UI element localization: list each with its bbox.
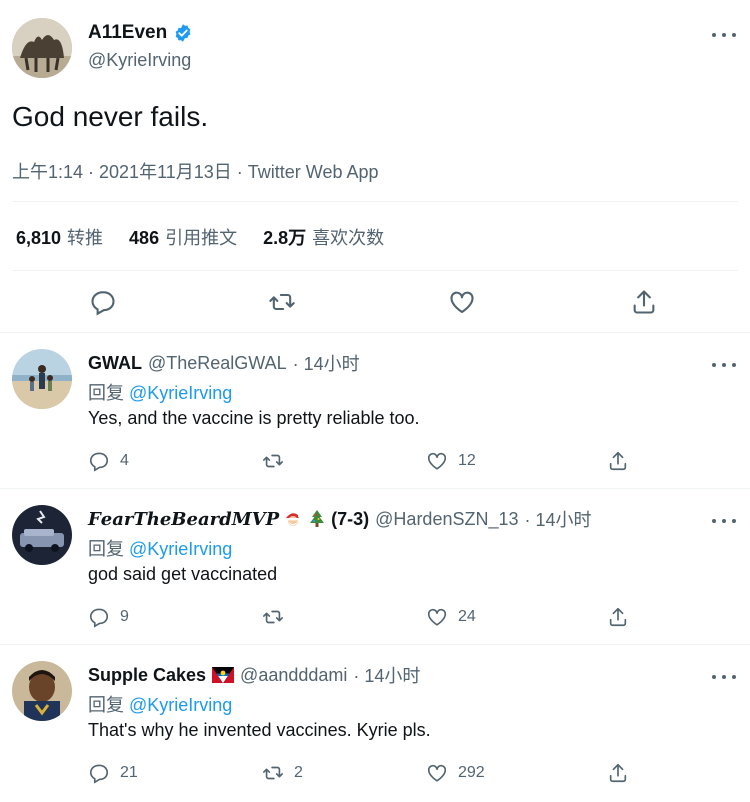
author-name[interactable]: A11Even bbox=[88, 22, 193, 44]
more-options-icon[interactable] bbox=[712, 516, 736, 526]
author-avatar[interactable] bbox=[12, 18, 72, 78]
tweet-text: God never fails. bbox=[12, 101, 209, 132]
reply-author-handle[interactable]: @TheRealGWAL bbox=[148, 353, 287, 374]
like-icon bbox=[427, 608, 447, 626]
divider bbox=[12, 201, 738, 202]
reply-tweet[interactable]: 𝑭𝒆𝒂𝒓𝑻𝒉𝒆𝑩𝒆𝒂𝒓𝒅𝑴𝑽𝑷 (7-3) @HardenSZN_13 · 14… bbox=[0, 489, 750, 645]
retweet-icon[interactable] bbox=[268, 288, 296, 316]
verified-badge-icon bbox=[175, 24, 191, 42]
reply-actions: 9 24 bbox=[0, 606, 750, 630]
share-icon bbox=[609, 763, 627, 783]
like-count: 292 bbox=[458, 764, 485, 781]
retweet-button[interactable] bbox=[262, 606, 294, 628]
reply-count: 4 bbox=[120, 452, 129, 469]
more-options-icon[interactable] bbox=[712, 672, 736, 682]
divider bbox=[12, 270, 738, 271]
reply-header: Supple Cakes @aandddami · 14小时 bbox=[88, 662, 420, 688]
reply-icon bbox=[89, 608, 109, 628]
quote-stat[interactable]: 486 引用推文 bbox=[129, 224, 237, 250]
reply-author-name-suffix[interactable]: (7-3) bbox=[331, 509, 369, 530]
reply-avatar[interactable] bbox=[12, 661, 72, 721]
retweet-icon bbox=[263, 454, 283, 468]
reply-prefix: 回复 bbox=[88, 383, 124, 403]
reply-tweet[interactable]: GWAL @TheRealGWAL · 14小时 回复 @KyrieIrving… bbox=[0, 333, 750, 489]
like-icon bbox=[427, 452, 447, 470]
reply-author-name[interactable]: Supple Cakes bbox=[88, 665, 206, 686]
reply-icon bbox=[89, 764, 109, 784]
author-name-text[interactable]: A11Even bbox=[88, 22, 167, 44]
like-count: 24 bbox=[458, 608, 476, 625]
retweet-stat[interactable]: 6,810 转推 bbox=[16, 224, 103, 250]
reply-header: GWAL @TheRealGWAL · 14小时 bbox=[88, 350, 360, 376]
reply-prefix: 回复 bbox=[88, 695, 124, 715]
reply-avatar[interactable] bbox=[12, 349, 72, 409]
retweet-icon bbox=[263, 766, 283, 780]
main-tweet: A11Even @KyrieIrving God never fails. 上午… bbox=[0, 0, 750, 333]
reply-text: god said get vaccinated bbox=[88, 564, 278, 584]
like-button[interactable]: 12 bbox=[426, 450, 476, 472]
reply-button[interactable]: 4 bbox=[88, 450, 129, 472]
reply-tweet[interactable]: Supple Cakes @aandddami · 14小时 回复 @Kyrie… bbox=[0, 645, 750, 801]
reply-avatar[interactable] bbox=[12, 505, 72, 565]
reply-time[interactable]: · 14小时 bbox=[293, 350, 360, 376]
reply-context: 回复 @KyrieIrving bbox=[88, 691, 232, 717]
santa-emoji-icon bbox=[286, 513, 303, 526]
more-options-icon[interactable] bbox=[712, 360, 736, 370]
more-options-icon[interactable] bbox=[712, 30, 736, 40]
antigua-flag-icon bbox=[212, 667, 235, 683]
reply-to-link[interactable]: @KyrieIrving bbox=[129, 383, 232, 403]
reply-time[interactable]: · 14小时 bbox=[353, 662, 420, 688]
like-button[interactable]: 292 bbox=[426, 762, 485, 784]
share-icon bbox=[609, 607, 627, 627]
reply-to-link[interactable]: @KyrieIrving bbox=[129, 539, 232, 559]
reply-button[interactable]: 21 bbox=[88, 762, 138, 784]
reply-actions: 21 2 292 bbox=[0, 762, 750, 786]
like-stat[interactable]: 2.8万 喜欢次数 bbox=[263, 224, 384, 250]
reply-text: That's why he invented vaccines. Kyrie p… bbox=[88, 720, 431, 740]
reply-to-link[interactable]: @KyrieIrving bbox=[129, 695, 232, 715]
reply-count: 9 bbox=[120, 608, 129, 625]
author-handle[interactable]: @KyrieIrving bbox=[88, 50, 191, 71]
reply-context: 回复 @KyrieIrving bbox=[88, 379, 232, 405]
reply-author-handle[interactable]: @aandddami bbox=[240, 665, 347, 686]
reply-button[interactable]: 9 bbox=[88, 606, 129, 628]
reply-author-handle[interactable]: @HardenSZN_13 bbox=[375, 509, 518, 530]
share-button[interactable] bbox=[607, 450, 629, 472]
share-button[interactable] bbox=[607, 762, 629, 784]
like-button[interactable]: 24 bbox=[426, 606, 476, 628]
share-icon[interactable] bbox=[630, 288, 658, 316]
like-icon[interactable] bbox=[448, 288, 476, 316]
reply-author-name[interactable]: 𝑭𝒆𝒂𝒓𝑻𝒉𝒆𝑩𝒆𝒂𝒓𝒅𝑴𝑽𝑷 bbox=[88, 509, 279, 530]
share-icon bbox=[609, 451, 627, 471]
retweet-button[interactable]: 2 bbox=[262, 762, 303, 784]
retweet-button[interactable] bbox=[262, 450, 294, 472]
reply-actions: 4 12 bbox=[0, 450, 750, 474]
christmas-tree-icon bbox=[310, 510, 325, 527]
reply-prefix: 回复 bbox=[88, 539, 124, 559]
tweet-stats: 6,810 转推 486 引用推文 2.8万 喜欢次数 bbox=[16, 224, 384, 250]
reply-header: 𝑭𝒆𝒂𝒓𝑻𝒉𝒆𝑩𝒆𝒂𝒓𝒅𝑴𝑽𝑷 (7-3) @HardenSZN_13 · 14… bbox=[88, 506, 592, 532]
reply-text: Yes, and the vaccine is pretty reliable … bbox=[88, 408, 420, 428]
retweet-icon bbox=[263, 610, 283, 624]
reply-icon bbox=[89, 452, 109, 472]
reply-time[interactable]: · 14小时 bbox=[525, 506, 592, 532]
like-icon bbox=[427, 764, 447, 782]
share-button[interactable] bbox=[607, 606, 629, 628]
like-count: 12 bbox=[458, 452, 476, 469]
reply-icon[interactable] bbox=[89, 288, 117, 316]
reply-context: 回复 @KyrieIrving bbox=[88, 535, 232, 561]
reply-count: 21 bbox=[120, 764, 138, 781]
reply-author-name[interactable]: GWAL bbox=[88, 353, 142, 374]
retweet-count: 2 bbox=[294, 764, 303, 781]
tweet-meta[interactable]: 上午1:14 · 2021年11月13日 · Twitter Web App bbox=[12, 158, 379, 184]
